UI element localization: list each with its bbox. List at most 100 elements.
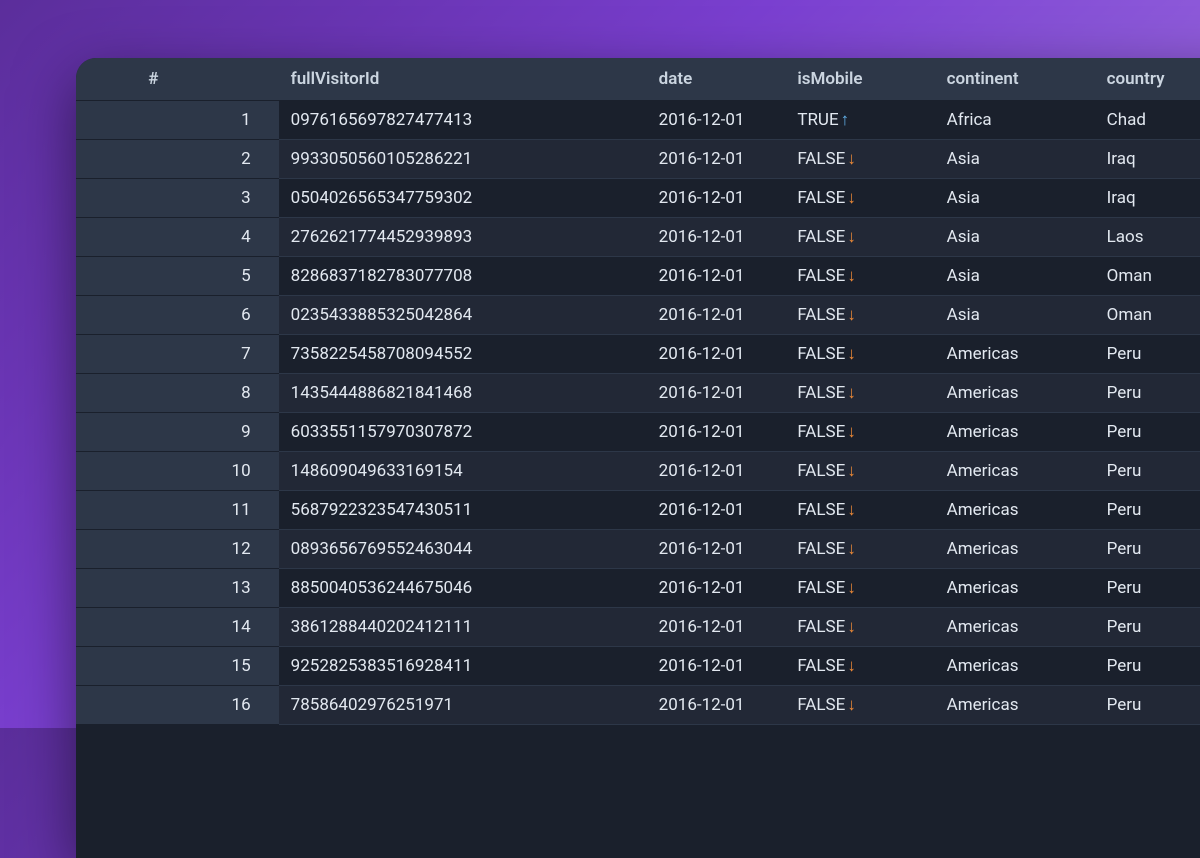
cell-date: 2016-12-01 — [647, 140, 786, 179]
col-header-continent[interactable]: continent — [935, 58, 1095, 101]
col-header-country[interactable]: country — [1095, 58, 1200, 101]
cell-ismobile: FALSE↓ — [785, 335, 934, 374]
table-row[interactable]: 299330505601052862212016-12-01FALSE↓Asia… — [76, 140, 1200, 179]
table-row[interactable]: 1208936567695524630442016-12-01FALSE↓Ame… — [76, 530, 1200, 569]
row-index: 6 — [76, 296, 279, 335]
cell-fullvisitorid: 9252825383516928411 — [279, 647, 647, 686]
table-row[interactable]: 1592528253835169284112016-12-01FALSE↓Ame… — [76, 647, 1200, 686]
cell-ismobile: FALSE↓ — [785, 374, 934, 413]
cell-fullvisitorid: 9933050560105286221 — [279, 140, 647, 179]
row-index: 10 — [76, 452, 279, 491]
cell-ismobile: FALSE↓ — [785, 140, 934, 179]
row-index: 14 — [76, 608, 279, 647]
table-row[interactable]: 773582254587080945522016-12-01FALSE↓Amer… — [76, 335, 1200, 374]
cell-ismobile: FALSE↓ — [785, 647, 934, 686]
col-header-date[interactable]: date — [647, 58, 786, 101]
ismobile-value: TRUE — [797, 110, 838, 130]
row-index: 5 — [76, 257, 279, 296]
cell-fullvisitorid: 0504026565347759302 — [279, 179, 647, 218]
cell-date: 2016-12-01 — [647, 101, 786, 140]
table-row[interactable]: 109761656978274774132016-12-01TRUE↑Afric… — [76, 101, 1200, 140]
row-index: 3 — [76, 179, 279, 218]
arrow-down-icon: ↓ — [847, 539, 856, 559]
cell-continent: Americas — [935, 569, 1095, 608]
arrow-down-icon: ↓ — [847, 383, 856, 403]
cell-date: 2016-12-01 — [647, 647, 786, 686]
cell-fullvisitorid: 6033551157970307872 — [279, 413, 647, 452]
table-row[interactable]: 814354448868218414682016-12-01FALSE↓Amer… — [76, 374, 1200, 413]
cell-continent: Americas — [935, 647, 1095, 686]
cell-ismobile: FALSE↓ — [785, 530, 934, 569]
cell-ismobile: FALSE↓ — [785, 491, 934, 530]
row-index: 13 — [76, 569, 279, 608]
cell-country: Peru — [1095, 608, 1200, 647]
arrow-down-icon: ↓ — [847, 188, 856, 208]
table-row[interactable]: 1156879223235474305112016-12-01FALSE↓Ame… — [76, 491, 1200, 530]
arrow-down-icon: ↓ — [847, 266, 856, 286]
cell-country: Peru — [1095, 530, 1200, 569]
arrow-down-icon: ↓ — [847, 149, 856, 169]
data-table: # fullVisitorId date isMobile continent … — [76, 58, 1200, 725]
table-row[interactable]: 582868371827830777082016-12-01 FALSE↓ Asia… — [76, 257, 1200, 296]
cell-fullvisitorid: 8286837182783077708 — [279, 257, 647, 296]
col-header-index[interactable]: # — [76, 58, 279, 101]
row-index: 7 — [76, 335, 279, 374]
table-row[interactable]: 960335511579703078722016-12-01FALSE↓Amer… — [76, 413, 1200, 452]
cell-fullvisitorid: 2762621774452939893 — [279, 218, 647, 257]
ismobile-value: FALSE — [797, 188, 845, 208]
cell-ismobile: FALSE↓ — [785, 452, 934, 491]
cell-continent: Americas — [935, 491, 1095, 530]
row-index: 1 — [76, 101, 279, 140]
cell-continent: Asia — [935, 218, 1095, 257]
cell-continent: Americas — [935, 530, 1095, 569]
table-row[interactable]: 305040265653477593022016-12-01FALSE↓Asia… — [76, 179, 1200, 218]
ismobile-value: FALSE — [797, 500, 845, 520]
cell-continent: Americas — [935, 413, 1095, 452]
table-row[interactable]: 16785864029762519712016-12-01FALSE↓Ameri… — [76, 686, 1200, 725]
col-header-ismobile[interactable]: isMobile — [785, 58, 934, 101]
cell-continent: Americas — [935, 686, 1095, 725]
cell-continent: Asia — [935, 296, 1095, 335]
ismobile-value: FALSE — [797, 695, 845, 715]
row-index: 15 — [76, 647, 279, 686]
col-header-fullvisitorid[interactable]: fullVisitorId — [279, 58, 647, 101]
cell-fullvisitorid: 1435444886821841468 — [279, 374, 647, 413]
table-row[interactable]: 1438612884402024121112016-12-01FALSE↓Ame… — [76, 608, 1200, 647]
ismobile-value: FALSE — [797, 383, 845, 403]
data-table-panel: # fullVisitorId date isMobile continent … — [76, 58, 1200, 858]
row-index: 8 — [76, 374, 279, 413]
cell-date: 2016-12-01 — [647, 257, 786, 296]
cell-date: 2016-12-01 — [647, 413, 786, 452]
table-row[interactable]: 101486090496331691542016-12-01FALSE↓Amer… — [76, 452, 1200, 491]
ismobile-value: FALSE — [797, 227, 845, 247]
cell-country: Chad — [1095, 101, 1200, 140]
cell-country: Oman — [1095, 296, 1200, 335]
cell-ismobile: FALSE↓ — [785, 218, 934, 257]
table-row[interactable]: 1388500405362446750462016-12-01FALSE↓Ame… — [76, 569, 1200, 608]
arrow-down-icon: ↓ — [847, 617, 856, 637]
cell-ismobile: FALSE↓ — [785, 179, 934, 218]
ismobile-value: FALSE — [797, 656, 845, 676]
cell-ismobile: FALSE↓ — [785, 569, 934, 608]
cell-country: Peru — [1095, 413, 1200, 452]
table-row[interactable]: 602354338853250428642016-12-01FALSE↓Asia… — [76, 296, 1200, 335]
cell-country: Peru — [1095, 374, 1200, 413]
row-index: 2 — [76, 140, 279, 179]
cell-continent: Asia — [935, 257, 1095, 296]
cell-date: 2016-12-01 — [647, 530, 786, 569]
table-row[interactable]: 427626217744529398932016-12-01FALSE↓Asia… — [76, 218, 1200, 257]
cell-date: 2016-12-01 — [647, 452, 786, 491]
arrow-down-icon: ↓ — [847, 695, 856, 715]
cell-date: 2016-12-01 — [647, 296, 786, 335]
cell-fullvisitorid: 0976165697827477413 — [279, 101, 647, 140]
row-index: 12 — [76, 530, 279, 569]
ismobile-value: FALSE — [797, 266, 845, 286]
arrow-down-icon: ↓ — [847, 422, 856, 442]
cell-date: 2016-12-01 — [647, 686, 786, 725]
cell-fullvisitorid: 0235433885325042864 — [279, 296, 647, 335]
row-index: 4 — [76, 218, 279, 257]
cell-continent: Asia — [935, 179, 1095, 218]
ismobile-value: FALSE — [797, 461, 845, 481]
cell-country: Iraq — [1095, 140, 1200, 179]
row-index: 9 — [76, 413, 279, 452]
